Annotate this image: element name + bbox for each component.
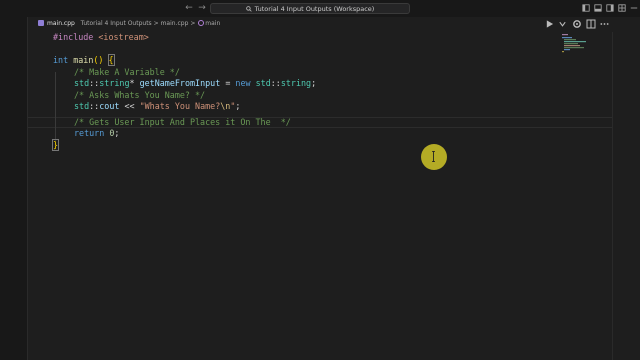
symbol-method-icon <box>198 20 205 26</box>
activity-bar <box>0 17 28 360</box>
minimize-icon[interactable] <box>630 4 638 12</box>
customize-layout-icon[interactable] <box>618 4 626 12</box>
more-actions-icon[interactable] <box>600 19 609 29</box>
search-icon <box>245 6 252 12</box>
breadcrumb-separator: > <box>153 20 159 27</box>
minimap[interactable] <box>560 32 610 92</box>
window-title: Tutorial 4 Input Outputs (Workspace) <box>254 5 375 13</box>
title-bar: ← → Tutorial 4 Input Outputs (Workspace) <box>0 0 640 17</box>
code-line-5: std::string* getNameFromInput = new std:… <box>74 78 317 88</box>
breadcrumb: main.cpp Tutorial 4 Input Outputs > main… <box>38 19 220 29</box>
code-line-7: std::cout << "Whats You Name?\n"; <box>74 101 241 111</box>
breadcrumb-separator: > <box>190 20 196 27</box>
split-editor-icon[interactable] <box>586 19 596 29</box>
bracket-match: } <box>51 138 60 151</box>
code-line-1: #include <iostream> <box>53 32 149 42</box>
chevron-down-icon[interactable] <box>558 19 567 29</box>
code-line-6: /* Asks Whats You Name? */ <box>74 89 206 100</box>
vertical-scrollbar[interactable] <box>612 32 640 360</box>
code-line-4: /* Make A Variable */ <box>74 66 180 77</box>
code-line-9: return 0; <box>74 128 120 138</box>
breadcrumb-file[interactable]: main.cpp <box>161 20 189 27</box>
cpp-file-icon <box>38 20 44 26</box>
vscode-window: ← → Tutorial 4 Input Outputs (Workspace)… <box>0 0 640 360</box>
gear-icon[interactable] <box>572 19 582 29</box>
breadcrumb-symbol[interactable]: main <box>205 20 220 27</box>
forward-arrow-icon[interactable]: → <box>197 3 207 13</box>
toggle-secondary-sidebar-icon[interactable] <box>606 4 614 12</box>
tab-main-cpp[interactable]: main.cpp <box>47 20 75 27</box>
command-center-search[interactable]: Tutorial 4 Input Outputs (Workspace) <box>210 3 410 14</box>
bracket-match: { <box>107 54 115 66</box>
toggle-sidebar-icon[interactable] <box>582 4 590 12</box>
code-line-10: } <box>51 138 60 152</box>
run-debug-icon[interactable] <box>545 19 554 29</box>
text-cursor-icon <box>432 151 435 162</box>
back-arrow-icon[interactable]: ← <box>184 3 194 13</box>
code-line-3: int main() { <box>53 54 115 66</box>
toggle-panel-icon[interactable] <box>594 4 602 12</box>
indent-guide <box>55 72 56 141</box>
breadcrumb-folder[interactable]: Tutorial 4 Input Outputs <box>81 20 152 27</box>
code-line-8: /* Gets User Input And Places it On The … <box>74 116 291 127</box>
code-editor[interactable]: #include <iostream> int main() { /* Make… <box>28 32 612 360</box>
